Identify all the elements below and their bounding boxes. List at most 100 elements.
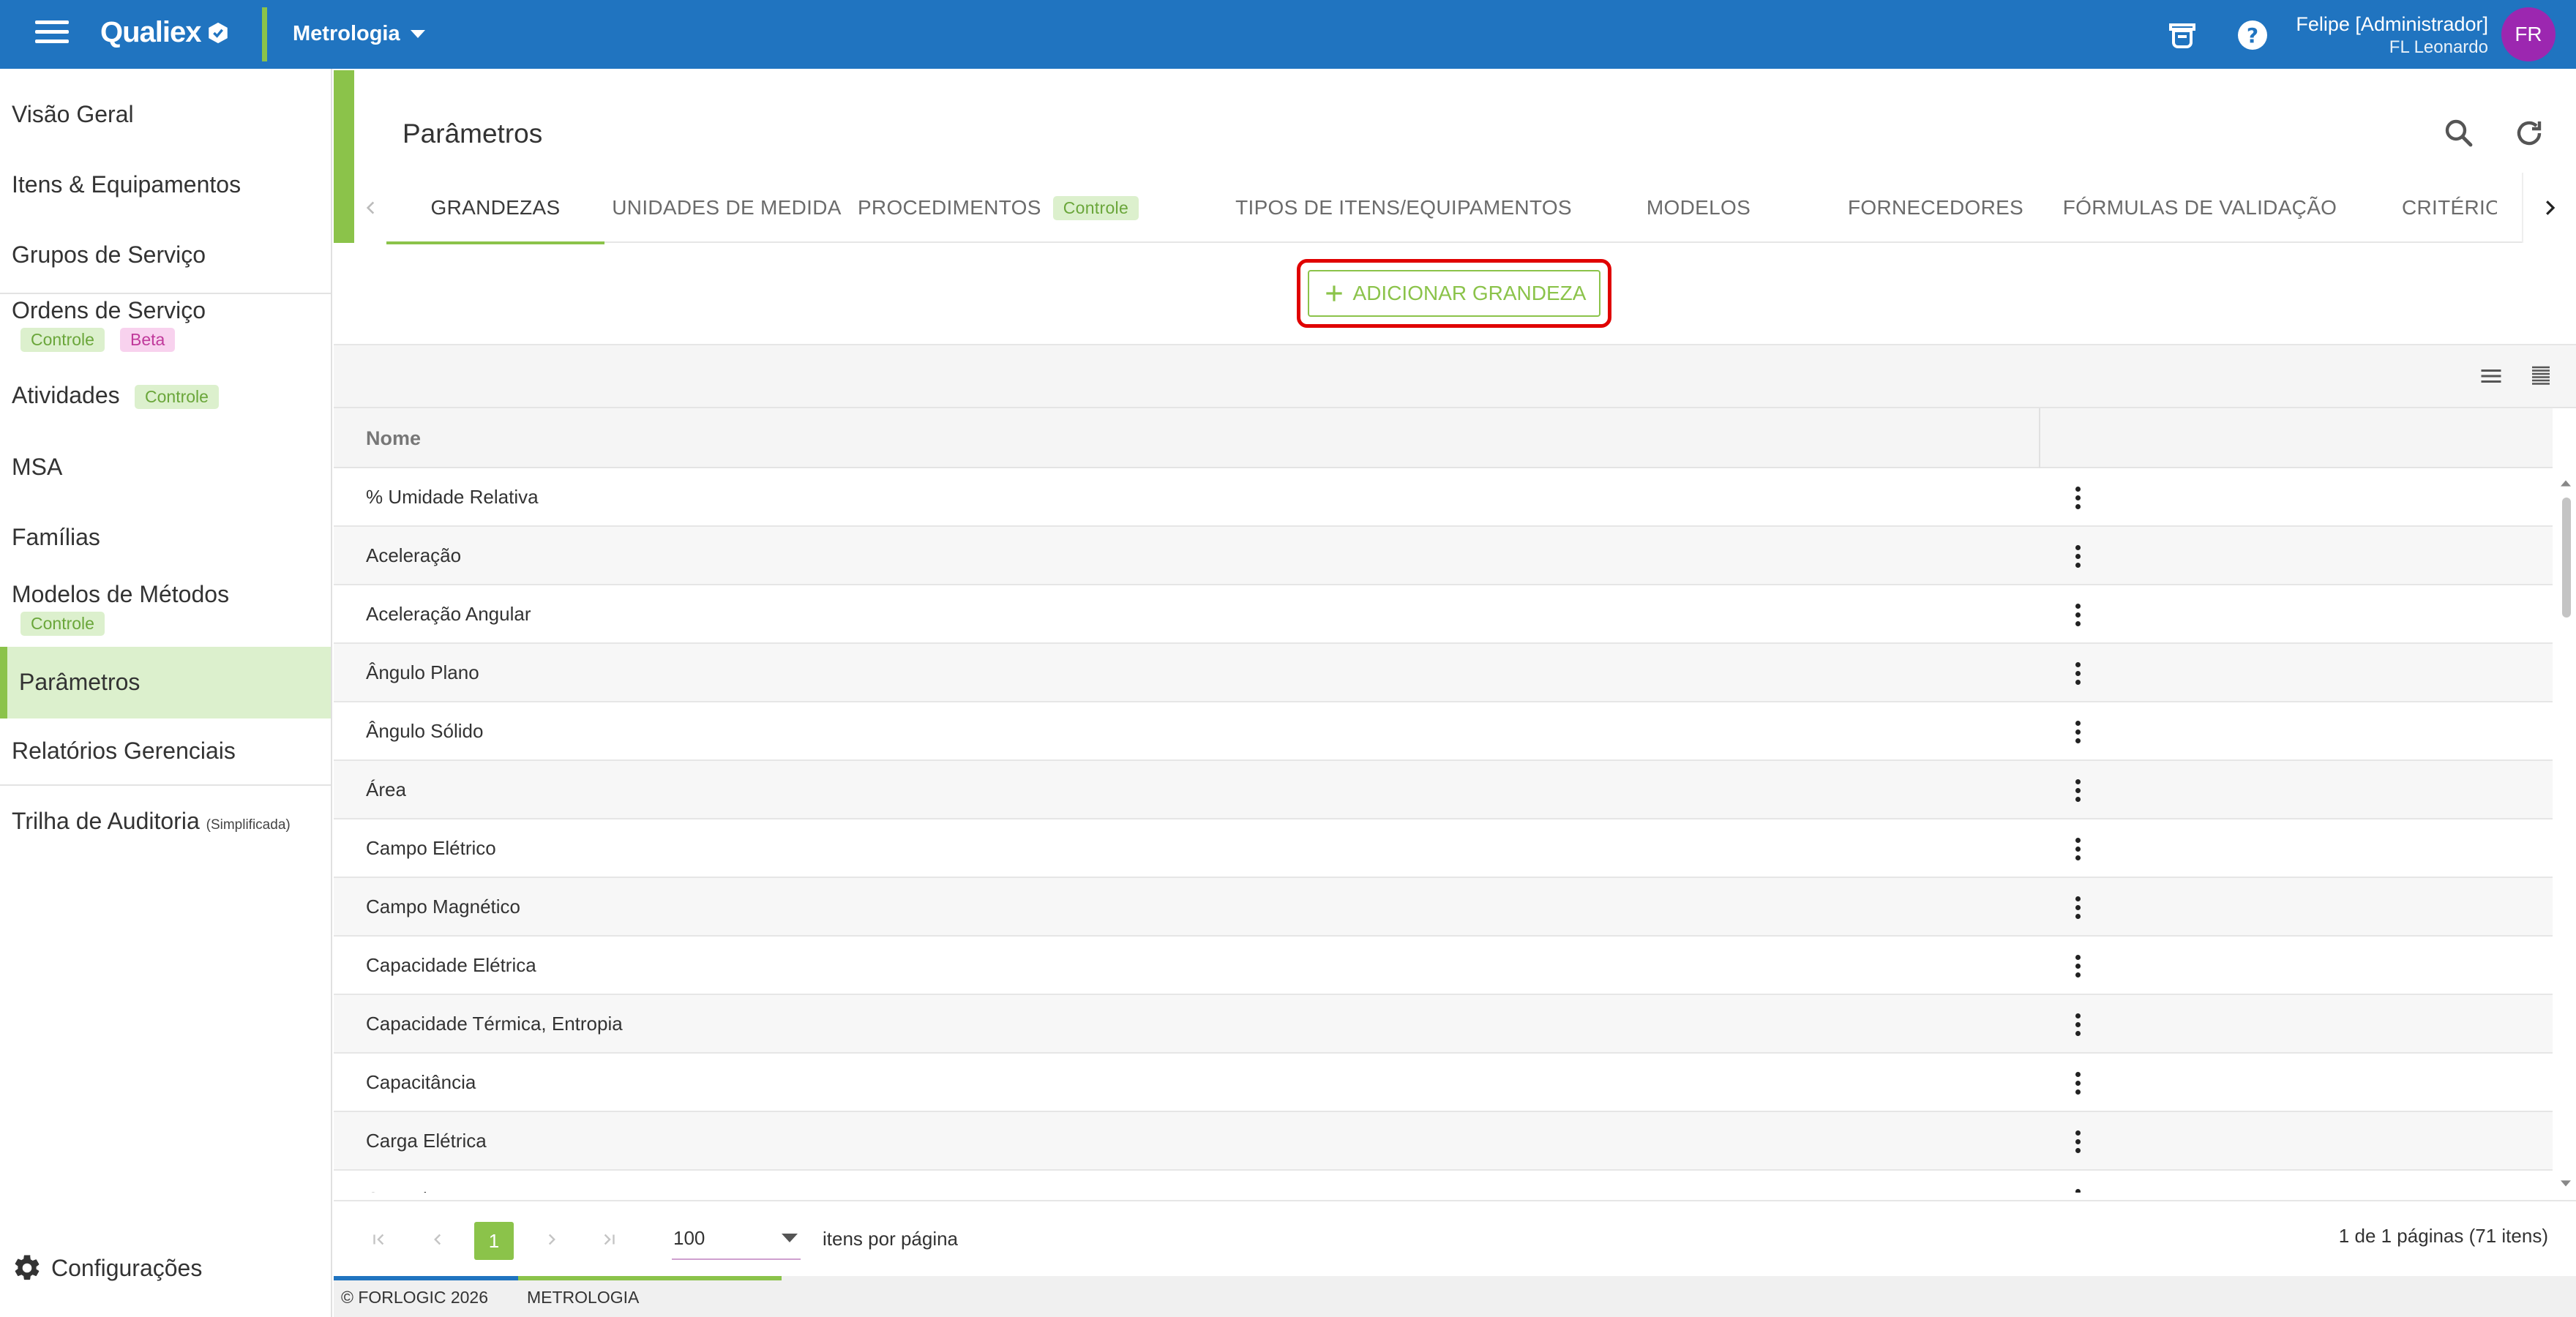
tab-criterios[interactable]: CRITÉRIOS D xyxy=(2402,173,2497,243)
row-actions-icon[interactable] xyxy=(2067,951,2089,980)
table-row[interactable]: Carga Elétrica xyxy=(334,1112,2553,1171)
sidebar-item-familias[interactable]: Famílias xyxy=(0,515,331,563)
row-actions-icon[interactable] xyxy=(2067,483,2089,512)
first-page-button[interactable] xyxy=(364,1225,394,1254)
row-actions-icon[interactable] xyxy=(2067,541,2089,571)
scroll-up-icon[interactable] xyxy=(2556,476,2576,490)
row-actions-icon[interactable] xyxy=(2067,1068,2089,1098)
user-company: FL Leonardo xyxy=(2389,37,2488,57)
table-body: % Umidade Relativa Aceleração Aceleração A… xyxy=(334,468,2553,1193)
module-name: Metrologia xyxy=(293,22,400,45)
row-name: Carga Elétrica xyxy=(366,1130,487,1152)
sidebar-item-modelos-metodos[interactable]: Modelos de Métodos Controle xyxy=(0,581,331,647)
tab-tipos-itens[interactable]: TIPOS DE ITENS/EQUIPAMENTOS xyxy=(1235,173,1572,243)
table-row[interactable]: Ângulo Sólido xyxy=(334,702,2553,761)
tab-modelos[interactable]: MODELOS xyxy=(1639,173,1758,243)
prev-page-button[interactable] xyxy=(423,1225,452,1254)
table-row[interactable]: Capacidade Térmica, Entropia xyxy=(334,995,2553,1054)
user-info[interactable]: Felipe [Administrador] FL Leonardo xyxy=(2296,13,2488,58)
sidebar-item-visao-geral[interactable]: Visão Geral xyxy=(0,91,331,139)
table-row[interactable]: Área xyxy=(334,761,2553,819)
row-actions-icon[interactable] xyxy=(2067,600,2089,629)
learning-icon[interactable] xyxy=(2165,18,2200,53)
settings-button[interactable]: Configurações xyxy=(12,1253,202,1283)
sidebar-item-atividades[interactable]: Atividades Controle xyxy=(0,375,331,423)
tab-bar: GRANDEZAS UNIDADES DE MEDIDA PROCEDIMENT… xyxy=(354,173,2576,244)
tab-scroll-right[interactable] xyxy=(2522,173,2576,243)
sidebar-item-ordens-servico[interactable]: Ordens de Serviço Controle Beta xyxy=(0,296,331,359)
table-row[interactable]: Aceleração xyxy=(334,527,2553,585)
row-name: Ângulo Plano xyxy=(366,661,479,683)
footer-accent-green xyxy=(518,1276,782,1280)
tab-scroll-left[interactable] xyxy=(354,173,388,243)
table-row[interactable]: Capacidade Elétrica xyxy=(334,937,2553,995)
chevron-right-icon xyxy=(2546,200,2556,215)
chevron-right-icon xyxy=(548,1234,555,1245)
row-actions-icon[interactable] xyxy=(2067,834,2089,863)
avatar[interactable]: FR xyxy=(2501,7,2556,61)
refresh-icon[interactable] xyxy=(2512,116,2547,151)
table-row[interactable]: Campo Elétrico xyxy=(334,819,2553,878)
sidebar: Visão Geral Itens & Equipamentos Grupos … xyxy=(0,69,332,1317)
sidebar-item-suffix: (Simplificada) xyxy=(206,817,291,833)
row-actions-icon[interactable] xyxy=(2067,717,2089,746)
table-row[interactable]: Comprimento xyxy=(334,1171,2553,1193)
last-page-icon xyxy=(604,1234,615,1245)
scrollbar-thumb[interactable] xyxy=(2562,498,2571,618)
footer-copyright: © FORLOGIC 2026 xyxy=(341,1288,489,1307)
gear-icon xyxy=(15,1255,40,1280)
next-page-button[interactable] xyxy=(537,1225,566,1254)
sidebar-item-msa[interactable]: MSA xyxy=(0,445,331,493)
scroll-down-icon[interactable] xyxy=(2556,1177,2576,1191)
footer-accent-blue xyxy=(334,1276,518,1280)
badge-beta: Beta xyxy=(120,328,176,352)
data-grid: Nome % Umidade Relativa Aceleração Acelera… xyxy=(334,344,2576,1200)
density-compact-icon[interactable] xyxy=(2528,363,2554,389)
menu-icon[interactable] xyxy=(35,20,69,48)
row-actions-icon[interactable] xyxy=(2067,893,2089,922)
items-per-page-select[interactable]: 100 xyxy=(672,1217,801,1260)
row-name: Ângulo Sólido xyxy=(366,720,484,742)
brand-logo[interactable]: Qualiex xyxy=(100,16,231,49)
tab-formulas-validacao[interactable]: FÓRMULAS DE VALIDAÇÃO xyxy=(2063,173,2337,243)
brand-name: Qualiex xyxy=(100,16,202,48)
row-name: Aceleração xyxy=(366,544,462,566)
module-selector[interactable]: Metrologia xyxy=(293,22,425,46)
page-title: Parâmetros xyxy=(402,119,543,149)
footer: © FORLOGIC 2026 METROLOGIA xyxy=(334,1276,2576,1317)
row-actions-icon[interactable] xyxy=(2067,776,2089,805)
row-name: Comprimento xyxy=(366,1188,480,1193)
density-comfortable-icon[interactable] xyxy=(2478,363,2504,389)
column-header-nome[interactable]: Nome xyxy=(366,427,421,450)
tab-unidades-medida[interactable]: UNIDADES DE MEDIDA xyxy=(612,173,841,243)
sidebar-item-relatorios-gerenciais[interactable]: Relatórios Gerenciais xyxy=(0,727,331,776)
tab-procedimentos[interactable]: PROCEDIMENTOS Controle xyxy=(852,173,1145,243)
badge-controle: Controle xyxy=(135,385,219,409)
last-page-button[interactable] xyxy=(594,1225,624,1254)
row-actions-icon[interactable] xyxy=(2067,1127,2089,1156)
add-button-highlight: ADICIONAR GRANDEZA xyxy=(1297,259,1611,328)
search-icon[interactable] xyxy=(2441,116,2476,151)
row-actions-icon[interactable] xyxy=(2067,1010,2089,1039)
add-grandeza-button[interactable]: ADICIONAR GRANDEZA xyxy=(1308,270,1600,317)
current-page[interactable]: 1 xyxy=(474,1222,514,1260)
table-row[interactable]: Campo Magnético xyxy=(334,878,2553,937)
row-name: Capacitância xyxy=(366,1071,476,1093)
items-per-page-label: itens por página xyxy=(823,1228,959,1250)
sidebar-item-parametros[interactable]: Parâmetros xyxy=(0,647,331,718)
tab-grandezas[interactable]: GRANDEZAS xyxy=(386,173,604,244)
vertical-scrollbar[interactable] xyxy=(2556,476,2576,1193)
sidebar-item-trilha-auditoria[interactable]: Trilha de Auditoria (Simplificada) xyxy=(0,798,331,846)
help-icon[interactable]: ? xyxy=(2235,18,2270,53)
pagination: 1 100 itens por página 1 de 1 páginas (7… xyxy=(334,1200,2576,1276)
table-row[interactable]: Aceleração Angular xyxy=(334,585,2553,644)
tab-fornecedores[interactable]: FORNECEDORES xyxy=(1848,173,2023,243)
row-actions-icon[interactable] xyxy=(2067,1185,2089,1193)
table-row[interactable]: % Umidade Relativa xyxy=(334,468,2553,527)
section-accent-bar xyxy=(334,70,354,243)
row-actions-icon[interactable] xyxy=(2067,658,2089,688)
table-row[interactable]: Ângulo Plano xyxy=(334,644,2553,702)
sidebar-item-itens-equipamentos[interactable]: Itens & Equipamentos xyxy=(0,161,331,209)
table-row[interactable]: Capacitância xyxy=(334,1054,2553,1112)
sidebar-item-grupos-servico[interactable]: Grupos de Serviço xyxy=(0,231,331,279)
